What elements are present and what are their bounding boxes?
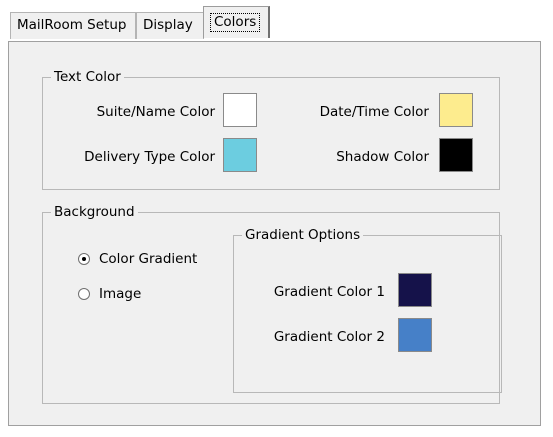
color-gradient-radio[interactable] <box>78 253 90 265</box>
delivery-type-color-swatch[interactable] <box>223 138 257 172</box>
gradient-color-2-label: Gradient Color 2 <box>273 329 385 345</box>
background-legend: Background <box>51 204 138 220</box>
date-time-color-swatch[interactable] <box>439 93 473 127</box>
colors-tab-panel: Text Color Suite/Name Color Date/Time Co… <box>8 41 541 426</box>
gradient-color-1-swatch[interactable] <box>398 273 432 307</box>
tab-mailroom-setup[interactable]: MailRoom Setup <box>10 12 136 39</box>
background-group: Background Color Gradient Image Gradient… <box>42 204 502 404</box>
shadow-color-label: Shadow Color <box>336 149 429 165</box>
text-color-legend: Text Color <box>51 69 124 85</box>
gradient-color-2-swatch[interactable] <box>398 318 432 352</box>
suite-name-color-label: Suite/Name Color <box>96 104 215 120</box>
gradient-color-1-label: Gradient Color 1 <box>273 284 385 300</box>
colors-dialog: MailRoom Setup Display Colors Text Color… <box>0 0 553 437</box>
image-radio[interactable] <box>78 288 90 300</box>
suite-name-color-swatch[interactable] <box>223 93 257 127</box>
gradient-options-group: Gradient Options Gradient Color 1 Gradie… <box>233 227 502 393</box>
tab-colors[interactable]: Colors <box>203 6 270 38</box>
shadow-color-swatch[interactable] <box>439 138 473 172</box>
image-radio-option[interactable]: Image <box>78 286 141 302</box>
gradient-options-legend: Gradient Options <box>242 227 364 243</box>
tab-colors-label: Colors <box>210 13 261 32</box>
date-time-color-label: Date/Time Color <box>319 104 429 120</box>
delivery-type-color-label: Delivery Type Color <box>84 149 215 165</box>
tab-display[interactable]: Display <box>136 12 204 39</box>
color-gradient-label: Color Gradient <box>99 251 198 267</box>
color-gradient-radio-option[interactable]: Color Gradient <box>78 251 197 267</box>
image-label: Image <box>99 286 142 302</box>
text-color-group: Text Color Suite/Name Color Date/Time Co… <box>42 69 500 190</box>
